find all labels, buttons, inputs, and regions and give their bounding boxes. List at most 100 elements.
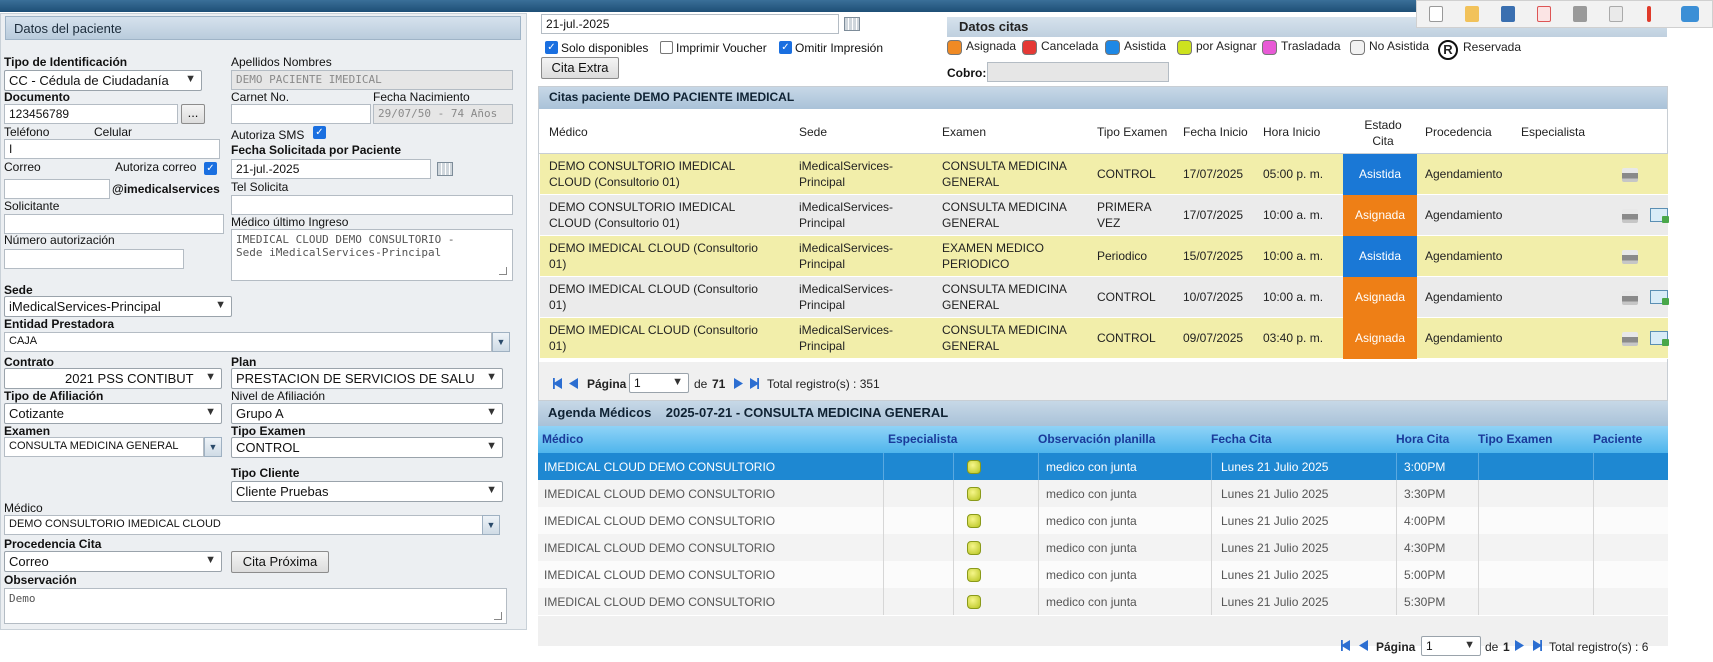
examen-label: Examen [4, 424, 51, 438]
agenda-row[interactable]: IMEDICAL CLOUD DEMO CONSULTORIO medico co… [538, 480, 1668, 507]
status-badge: Asignada [1343, 318, 1417, 359]
solicitante-field[interactable] [4, 214, 224, 234]
alert-icon[interactable] [1647, 6, 1651, 22]
agenda-cell-hora: 5:00PM [1404, 568, 1446, 582]
agenda-pager-label: Página [1376, 640, 1416, 654]
observacion-label: Observación [4, 573, 77, 587]
print-preview-icon[interactable] [1609, 6, 1623, 22]
save-icon[interactable] [1501, 6, 1515, 22]
available-slot-icon[interactable] [967, 595, 981, 609]
new-document-icon[interactable] [1429, 6, 1443, 22]
apellidos-nombres-field[interactable]: DEMO PACIENTE IMEDICAL [231, 70, 513, 90]
sede-select[interactable]: iMedicalServices-Principal ▼ [4, 296, 232, 317]
printer-icon[interactable] [1622, 250, 1638, 264]
fecha-nacimiento-label: Fecha Nacimiento [373, 90, 470, 104]
carnet-field[interactable] [231, 104, 371, 124]
close-document-icon[interactable] [1537, 6, 1551, 22]
cell-fecha: 15/07/2025 [1183, 249, 1244, 263]
cobro-field [987, 62, 1169, 82]
col-estado-cita: Estado Cita [1364, 118, 1402, 148]
send-mail-icon[interactable] [1650, 331, 1669, 346]
correo-field[interactable] [4, 179, 110, 199]
calendar-icon[interactable] [437, 162, 453, 176]
table-row[interactable]: DEMO IMEDICAL CLOUD (Consultorio 01) iMed… [540, 236, 1668, 277]
medico-field[interactable]: DEMO CONSULTORIO IMEDICAL CLOUD [4, 515, 484, 535]
agenda-cell-hora: 3:30PM [1404, 487, 1446, 501]
agenda-row[interactable]: IMEDICAL CLOUD DEMO CONSULTORIO medico co… [538, 453, 1668, 480]
page-select[interactable]: 1 ▼ [629, 373, 689, 393]
medico-ultimo-ingreso-field[interactable]: IMEDICAL CLOUD DEMO CONSULTORIO - Sede i… [231, 229, 513, 281]
available-slot-icon[interactable] [967, 487, 981, 501]
printer-icon[interactable] [1573, 6, 1587, 22]
medico-label: Médico [4, 501, 43, 515]
documento-field[interactable]: 123456789 [4, 104, 178, 124]
entidad-dropdown-icon[interactable]: ▼ [492, 332, 510, 352]
cell-hora: 10:00 a. m. [1263, 290, 1324, 304]
entidad-prestadora-field[interactable]: CAJA [4, 332, 492, 352]
agenda-cell-fecha: Lunes 21 Julio 2025 [1221, 487, 1329, 501]
agenda-row[interactable]: IMEDICAL CLOUD DEMO CONSULTORIO medico co… [538, 507, 1668, 534]
medico-dropdown-icon[interactable]: ▼ [482, 515, 500, 535]
cita-extra-button[interactable]: Cita Extra [541, 57, 619, 79]
solo-disponibles-checkbox[interactable]: ✓ [545, 41, 558, 54]
available-slot-icon[interactable] [967, 514, 981, 528]
available-slot-icon[interactable] [967, 460, 981, 474]
tel-solicita-field[interactable] [231, 195, 513, 215]
tipo-cliente-select[interactable]: Cliente Pruebas ▼ [231, 481, 503, 502]
resize-handle-icon[interactable] [494, 612, 502, 620]
table-row[interactable]: DEMO CONSULTORIO IMEDICAL CLOUD (Consult… [540, 154, 1668, 195]
agenda-row[interactable]: IMEDICAL CLOUD DEMO CONSULTORIO medico co… [538, 561, 1668, 588]
send-mail-icon[interactable] [1650, 208, 1669, 223]
search-date-field[interactable]: 21-jul.-2025 [541, 14, 839, 34]
plan-select[interactable]: PRESTACION DE SERVICIOS DE SALU ▼ [231, 368, 503, 389]
examen-dropdown-icon[interactable]: ▼ [204, 437, 222, 457]
tipo-identificacion-select[interactable]: CC - Cédula de Ciudadanía ▼ [4, 70, 202, 91]
table-row[interactable]: DEMO IMEDICAL CLOUD (Consultorio 01) iMed… [540, 277, 1669, 318]
cell-tipo: CONTROL [1097, 167, 1156, 181]
pager-total-records: Total registro(s) : 351 [767, 377, 880, 391]
calendar-icon[interactable] [844, 17, 860, 31]
examen-field[interactable]: CONSULTA MEDICINA GENERAL [4, 437, 204, 457]
agenda-row[interactable]: IMEDICAL CLOUD DEMO CONSULTORIO medico co… [538, 534, 1668, 561]
autoriza-sms-checkbox[interactable]: ✓ [313, 126, 326, 139]
cell-fecha: 17/07/2025 [1183, 167, 1244, 181]
omitir-impresion-checkbox[interactable]: ✓ [779, 41, 792, 54]
procedencia-cita-select[interactable]: Correo ▼ [4, 551, 222, 572]
tipo-afiliacion-select[interactable]: Cotizante ▼ [4, 403, 222, 424]
legend-label: Asignada [966, 39, 1017, 53]
documento-lookup-button[interactable]: ... [181, 104, 205, 124]
cell-fecha: 17/07/2025 [1183, 208, 1244, 222]
numero-autorizacion-label: Número autorización [4, 233, 115, 247]
col-procedencia: Procedencia [1425, 125, 1492, 139]
telefono-field[interactable]: I [4, 139, 220, 159]
printer-icon[interactable] [1622, 168, 1638, 182]
table-row[interactable]: DEMO IMEDICAL CLOUD (Consultorio 01) iMed… [540, 318, 1669, 359]
contrato-select[interactable]: 2021 PSS CONTIBUT ▼ [4, 368, 222, 389]
celular-label: Celular [94, 125, 133, 139]
chat-icon[interactable] [1681, 6, 1699, 22]
imprimir-voucher-checkbox[interactable] [660, 41, 673, 54]
cita-proxima-button[interactable]: Cita Próxima [231, 551, 329, 573]
cell-sede: iMedicalServices-Principal [799, 282, 894, 312]
printer-icon[interactable] [1622, 291, 1638, 305]
agenda-page-select[interactable]: 1 ▼ [1421, 636, 1481, 656]
send-mail-icon[interactable] [1650, 290, 1669, 305]
autoriza-correo-checkbox[interactable]: ✓ [204, 162, 217, 175]
table-row[interactable]: DEMO CONSULTORIO IMEDICAL CLOUD (Consult… [540, 195, 1669, 236]
fecha-solicitada-field[interactable]: 21-jul.-2025 [231, 159, 431, 179]
resize-handle-icon[interactable] [499, 267, 507, 275]
nivel-afiliacion-select[interactable]: Grupo A ▼ [231, 403, 503, 424]
legend-swatch-icon [947, 40, 962, 55]
available-slot-icon[interactable] [967, 568, 981, 582]
agenda-row[interactable]: IMEDICAL CLOUD DEMO CONSULTORIO medico co… [538, 588, 1668, 615]
chevron-down-icon: ▼ [205, 554, 216, 566]
printer-icon[interactable] [1622, 332, 1638, 346]
available-slot-icon[interactable] [967, 541, 981, 555]
tipo-examen-select[interactable]: CONTROL ▼ [231, 437, 503, 458]
printer-icon[interactable] [1622, 209, 1638, 223]
bookmark-icon[interactable] [1465, 6, 1479, 22]
numero-autorizacion-field[interactable] [4, 249, 184, 269]
agenda-title: Agenda Médicos 2025-07-21 - CONSULTA MED… [538, 401, 1668, 426]
observacion-field[interactable]: Demo [4, 588, 507, 624]
cell-sede: iMedicalServices-Principal [799, 200, 894, 230]
